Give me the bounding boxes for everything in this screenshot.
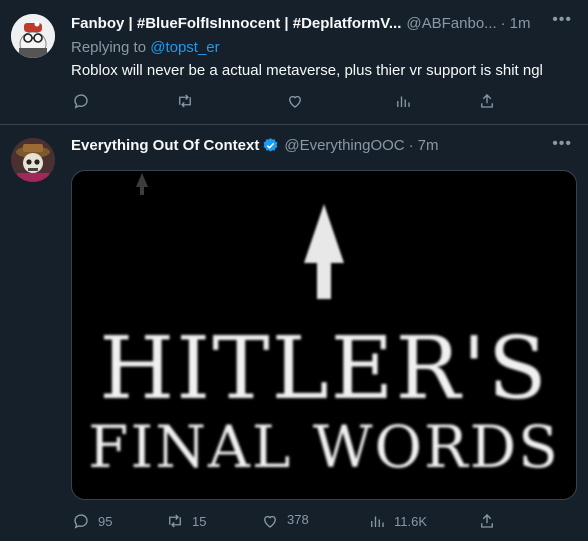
retweet-count: 15 (192, 513, 207, 529)
separator-dot: · (408, 137, 414, 154)
views-icon (371, 516, 384, 527)
tweet[interactable]: Everything Out Of Context @EverythingOOC… (0, 0, 588, 541)
retweet-button[interactable]: 15 (166, 512, 206, 530)
avatar-image (11, 138, 55, 182)
share-icon (481, 514, 493, 528)
display-name[interactable]: Everything Out Of Context (71, 137, 259, 154)
reply-count: 95 (98, 513, 113, 529)
tweet-header: Everything Out Of Context @EverythingOOC… (71, 137, 438, 154)
views-count: 11.6K (394, 513, 428, 529)
media-text-line2: FINAL WORDS (88, 413, 560, 481)
media-text-line1: HITLER'S (99, 319, 549, 419)
user-handle[interactable]: @EverythingOOC (284, 137, 404, 154)
more-icon[interactable]: ••• (552, 135, 572, 153)
tweet-media-image[interactable]: HITLER'S FINAL WORDS (71, 170, 577, 500)
like-button[interactable]: 378 (261, 508, 309, 530)
share-button[interactable] (478, 512, 496, 530)
reply-button[interactable]: 95 (72, 512, 112, 530)
avatar[interactable] (11, 138, 55, 182)
verified-badge-icon (263, 138, 278, 152)
reply-icon (74, 514, 88, 529)
retweet-icon (169, 514, 181, 528)
like-icon (264, 515, 276, 528)
views-button[interactable]: 11.6K (368, 512, 427, 530)
like-count: 378 (287, 511, 309, 527)
tweet-actions: 95 15 378 11.6K (71, 512, 501, 532)
timestamp[interactable]: 7m (418, 137, 439, 154)
